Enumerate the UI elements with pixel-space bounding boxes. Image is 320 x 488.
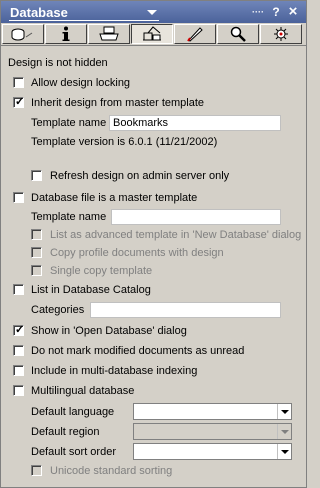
default-language-select[interactable] (133, 403, 292, 420)
title-underline (9, 20, 159, 21)
tab-print[interactable] (88, 24, 130, 44)
gear-icon (274, 27, 288, 41)
copy-profile-docs-checkbox[interactable] (31, 247, 42, 258)
close-button[interactable]: × (286, 4, 300, 20)
chevron-down-icon[interactable] (277, 444, 291, 459)
do-not-mark-unread-checkbox[interactable] (13, 345, 24, 356)
template-name-label: Template name (31, 117, 107, 129)
tab-basics[interactable] (2, 24, 44, 44)
default-region-label: Default region (31, 426, 100, 438)
database-properties-window: Database ···· ? × Design is not hidden A… (0, 0, 307, 488)
help-button[interactable]: ? (269, 4, 283, 20)
tab-launch[interactable] (174, 24, 216, 44)
single-copy-template-checkbox[interactable] (31, 265, 42, 276)
magnifier-icon (230, 26, 246, 42)
master-template-name-label: Template name (31, 211, 107, 223)
template-name-input[interactable]: Bookmarks (109, 115, 281, 131)
title-bar[interactable]: Database ···· ? × (1, 1, 306, 23)
default-region-select[interactable] (133, 423, 292, 440)
multi-db-indexing-label[interactable]: Include in multi-database indexing (31, 365, 197, 377)
default-language-label: Default language (31, 406, 115, 418)
list-in-catalog-checkbox[interactable] (13, 284, 24, 295)
show-in-open-db-checkbox[interactable]: ✓ (13, 324, 24, 336)
window-title[interactable]: Database (10, 5, 68, 20)
inherit-design-label[interactable]: Inherit design from master template (31, 97, 204, 109)
chevron-down-icon[interactable] (277, 404, 291, 419)
list-in-catalog-label[interactable]: List in Database Catalog (31, 284, 151, 296)
tab-info[interactable] (45, 24, 87, 44)
copy-profile-docs-label[interactable]: Copy profile documents with design (50, 247, 224, 259)
multilingual-label[interactable]: Multilingual database (31, 385, 134, 397)
do-not-mark-unread-label[interactable]: Do not mark modified documents as unread (31, 345, 244, 357)
rocket-icon (187, 27, 203, 42)
design-status: Design is not hidden (8, 57, 108, 69)
tab-advanced[interactable] (260, 24, 302, 44)
database-info-icon (11, 28, 33, 41)
show-in-open-db-label[interactable]: Show in 'Open Database' dialog (31, 325, 187, 337)
list-as-advanced-label[interactable]: List as advanced template in 'New Databa… (50, 229, 301, 241)
default-sort-order-select[interactable] (133, 443, 292, 460)
unicode-sorting-checkbox[interactable] (31, 465, 42, 476)
unicode-sorting-label[interactable]: Unicode standard sorting (50, 465, 172, 477)
single-copy-template-label[interactable]: Single copy template (50, 265, 152, 277)
allow-design-locking-checkbox[interactable] (13, 77, 24, 88)
categories-label: Categories (31, 304, 85, 316)
info-icon (62, 26, 70, 41)
refresh-design-checkbox[interactable] (31, 170, 42, 181)
multi-db-indexing-checkbox[interactable] (13, 365, 24, 376)
more-options-icon[interactable]: ···· (251, 4, 265, 20)
default-sort-order-label: Default sort order (31, 446, 116, 458)
printer-icon (99, 26, 119, 41)
properties-tabs (1, 23, 306, 45)
tab-design[interactable] (131, 24, 173, 44)
design-tab-content: Design is not hidden Allow design lockin… (1, 45, 306, 488)
template-version: Template version is 6.0.1 (11/21/2002) (31, 136, 218, 148)
multilingual-checkbox[interactable] (13, 385, 24, 396)
refresh-design-label[interactable]: Refresh design on admin server only (50, 170, 229, 182)
tab-search[interactable] (217, 24, 259, 44)
master-template-checkbox[interactable] (13, 192, 24, 203)
chevron-down-icon[interactable] (147, 10, 157, 15)
list-as-advanced-checkbox[interactable] (31, 229, 42, 240)
master-template-label[interactable]: Database file is a master template (31, 192, 197, 204)
design-icon (143, 26, 161, 41)
inherit-design-checkbox[interactable]: ✓ (13, 96, 24, 108)
categories-input[interactable] (90, 302, 281, 318)
chevron-down-icon[interactable] (277, 424, 291, 439)
allow-design-locking-label[interactable]: Allow design locking (31, 77, 130, 89)
master-template-name-input[interactable] (111, 209, 281, 225)
